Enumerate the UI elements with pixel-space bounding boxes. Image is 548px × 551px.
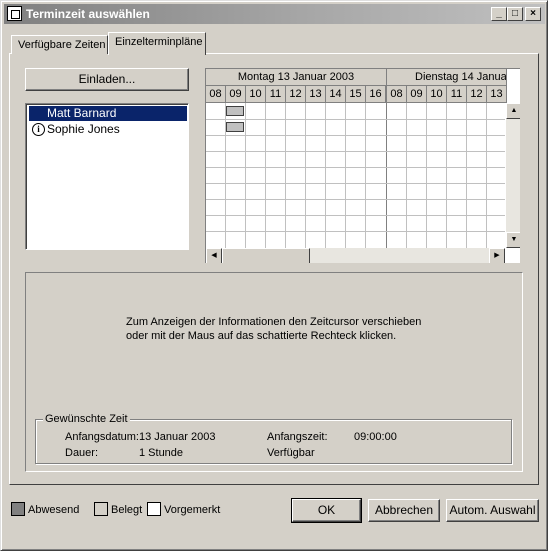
attendee-name: Matt Barnard	[47, 106, 117, 120]
grid-line	[466, 103, 467, 248]
grid-line	[206, 135, 505, 136]
hour-header: 09	[407, 86, 427, 103]
tab-label: Verfügbare Zeiten	[18, 39, 106, 51]
requested-time-label: Gewünschte Zeit	[43, 413, 130, 425]
scroll-right-icon[interactable]: ▶	[489, 248, 505, 263]
grid-line	[206, 199, 505, 200]
grid-line	[206, 119, 505, 120]
hour-header: 11	[266, 86, 286, 103]
maximize-button[interactable]: □	[507, 7, 523, 21]
attendee-name: Sophie Jones	[47, 122, 120, 136]
duration-label: Dauer:	[65, 447, 99, 459]
info-line-2: oder mit der Maus auf das schattierte Re…	[126, 330, 397, 342]
app-icon	[7, 6, 22, 21]
grid-line	[345, 103, 346, 248]
scroll-thumb[interactable]	[222, 248, 310, 263]
hour-header: 13	[306, 86, 326, 103]
start-time-value: 09:00:00	[354, 431, 397, 443]
close-button[interactable]: ×	[525, 7, 541, 21]
grid-line	[305, 103, 306, 248]
hour-header: 10	[427, 86, 447, 103]
busy-block[interactable]	[226, 106, 244, 116]
day-separator	[386, 69, 387, 248]
attendee-list[interactable]: Matt Barnard i Sophie Jones	[25, 103, 189, 250]
grid-line	[206, 215, 505, 216]
busy-swatch	[94, 502, 108, 516]
hour-header: 10	[246, 86, 266, 103]
grid-line	[365, 103, 366, 248]
tab-available-times[interactable]: Verfügbare Zeiten	[11, 35, 108, 54]
horizontal-scrollbar[interactable]: ◀ ▶	[206, 248, 505, 263]
start-date-value: 13 Januar 2003	[139, 431, 216, 443]
hour-header: 12	[286, 86, 306, 103]
tab-label: Einzelterminpläne	[115, 36, 203, 48]
window-title: Terminzeit auswählen	[26, 7, 150, 21]
grid-line	[206, 231, 505, 232]
hour-header: 13	[487, 86, 507, 103]
hour-header: 16	[366, 86, 386, 103]
attendee-item-sophie-jones[interactable]: i Sophie Jones	[29, 122, 187, 137]
grid-line	[446, 103, 447, 248]
grid-line	[206, 183, 505, 184]
grid-line	[206, 151, 505, 152]
grid-line	[265, 103, 266, 248]
auto-pick-button[interactable]: Autom. Auswahl	[446, 499, 539, 522]
grid-line	[206, 167, 505, 168]
duration-value: 1 Stunde	[139, 447, 184, 459]
auto-pick-button-label: Autom. Auswahl	[449, 503, 536, 517]
attendee-item-matt-barnard[interactable]: Matt Barnard	[29, 106, 187, 121]
title-bar[interactable]: Terminzeit auswählen _ □ ×	[4, 4, 545, 24]
ok-button[interactable]: OK	[291, 498, 362, 523]
scroll-up-icon[interactable]: ▲	[506, 103, 520, 119]
legend-tentative: Vorgemerkt	[164, 504, 221, 516]
day-header: Dienstag 14 Januar 2003	[387, 69, 507, 86]
absent-swatch	[11, 502, 25, 516]
scroll-left-icon[interactable]: ◀	[206, 248, 222, 263]
schedule-grid[interactable]: Montag 13 Januar 2003 Dienstag 14 Januar…	[205, 68, 520, 263]
invite-button[interactable]: Einladen...	[25, 68, 189, 91]
hour-header: 11	[447, 86, 467, 103]
busy-block[interactable]	[226, 122, 244, 132]
tab-individual-schedules[interactable]: Einzelterminpläne	[108, 32, 206, 55]
hour-header: 14	[326, 86, 346, 103]
vertical-scrollbar[interactable]: ▲ ▼	[506, 103, 520, 248]
legend-absent: Abwesend	[28, 504, 80, 516]
invite-button-label: Einladen...	[78, 72, 136, 86]
status-value: Verfügbar	[267, 447, 315, 459]
grid-line	[325, 103, 326, 248]
info-text: Zum Anzeigen der Informationen den Zeitc…	[126, 315, 421, 343]
day-header: Montag 13 Januar 2003	[206, 69, 387, 86]
grid-line	[285, 103, 286, 248]
dialog-window: Terminzeit auswählen _ □ × Verfügbare Ze…	[0, 0, 548, 551]
grid-line	[426, 103, 427, 248]
hour-header: 12	[467, 86, 487, 103]
grid-line	[245, 103, 246, 248]
ok-button-label: OK	[317, 503, 336, 517]
hour-header: 08	[206, 86, 226, 103]
hour-header: 09	[226, 86, 246, 103]
start-date-label: Anfangsdatum:	[65, 431, 139, 443]
start-time-label: Anfangszeit:	[267, 431, 328, 443]
cancel-button[interactable]: Abbrechen	[368, 499, 440, 522]
tentative-swatch	[147, 502, 161, 516]
scroll-down-icon[interactable]: ▼	[506, 232, 520, 248]
grid-line	[406, 103, 407, 248]
info-line-1: Zum Anzeigen der Informationen den Zeitc…	[126, 316, 422, 328]
legend-busy: Belegt	[111, 504, 143, 516]
cancel-button-label: Abbrechen	[374, 503, 434, 517]
hour-header: 15	[346, 86, 366, 103]
grid-line	[486, 103, 487, 248]
info-icon: i	[32, 123, 45, 136]
hour-header: 08	[387, 86, 407, 103]
minimize-button[interactable]: _	[491, 7, 507, 21]
